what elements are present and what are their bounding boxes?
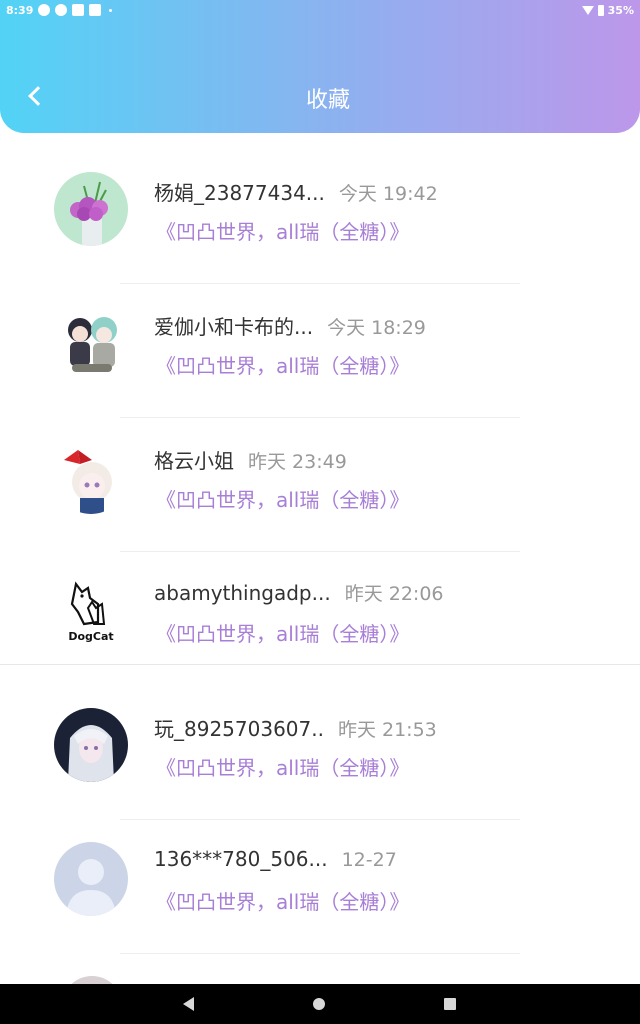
- qq-icon: [55, 4, 67, 16]
- timestamp: 今天 18:29: [327, 317, 426, 339]
- wifi-icon: [581, 6, 594, 15]
- list-item[interactable]: 136***780_506... 12-27 《凹凸世界，all瑞（全糖）》: [0, 820, 640, 954]
- notification-icon: [72, 4, 84, 16]
- status-icons-left: [38, 4, 112, 16]
- system-nav-bar: [0, 984, 640, 1024]
- user-name: 格云小姐 昨天 23:49: [154, 445, 347, 474]
- list-item[interactable]: DogCat abamythingadp... 昨天 22:06 《凹凸世界，al…: [0, 552, 640, 686]
- work-title-link[interactable]: 《凹凸世界，all瑞（全糖）》: [156, 484, 409, 513]
- hotspot-icon: [38, 4, 50, 16]
- status-bar: 8:39 35%: [0, 0, 640, 22]
- list-item[interactable]: 格云小姐 昨天 23:49 《凹凸世界，all瑞（全糖）》: [0, 418, 640, 552]
- dot-icon: [109, 8, 112, 12]
- timestamp: 12-27: [341, 849, 397, 871]
- dogcat-logo-avatar[interactable]: DogCat: [54, 574, 128, 648]
- battery-icon: [597, 5, 604, 16]
- user-name-text: 爱伽小和卡布的...: [154, 315, 314, 339]
- user-name-text: 格云小姐: [154, 449, 234, 473]
- list-item[interactable]: 杨娟_23877434... 今天 19:42 《凹凸世界，all瑞（全糖）》: [0, 150, 640, 284]
- user-name-text: 杨娟_23877434...: [154, 181, 325, 205]
- timestamp: 昨天 23:49: [248, 451, 347, 473]
- favorites-list: 杨娟_23877434... 今天 19:42 《凹凸世界，all瑞（全糖）》 爱…: [0, 150, 640, 954]
- flower-vase-avatar[interactable]: [54, 172, 128, 246]
- work-title-link[interactable]: 《凹凸世界，all瑞（全糖）》: [156, 350, 409, 379]
- user-name: 136***780_506... 12-27: [154, 847, 397, 871]
- timestamp: 昨天 21:53: [337, 719, 437, 741]
- timestamp: 昨天 22:06: [344, 583, 444, 605]
- user-name: abamythingadp... 昨天 22:06: [154, 579, 444, 606]
- user-name: 杨娟_23877434... 今天 19:42: [154, 177, 438, 206]
- default-user-avatar[interactable]: [54, 842, 128, 916]
- anime-girl-bow-avatar[interactable]: [54, 440, 128, 514]
- page-title: 收藏: [305, 88, 350, 113]
- status-icons-right: 35%: [581, 4, 634, 17]
- user-name: 爱伽小和卡布的... 今天 18:29: [154, 311, 426, 340]
- work-title-link[interactable]: 《凹凸世界，all瑞（全糖）》: [156, 886, 409, 915]
- section-divider: [0, 664, 640, 665]
- timestamp: 今天 19:42: [338, 183, 438, 205]
- work-title-link[interactable]: 《凹凸世界，all瑞（全糖）》: [156, 618, 409, 647]
- nav-back-icon[interactable]: [183, 997, 194, 1011]
- battery-level: 35%: [607, 4, 634, 17]
- list-item[interactable]: 爱伽小和卡布的... 今天 18:29 《凹凸世界，all瑞（全糖）》: [0, 284, 640, 418]
- anime-couple-avatar[interactable]: [54, 306, 128, 380]
- user-name-text: abamythingadp...: [154, 581, 331, 605]
- work-title-link[interactable]: 《凹凸世界，all瑞（全糖）》: [156, 216, 409, 245]
- user-name-text: 玩_8925703607..: [154, 717, 324, 741]
- user-name: 玩_8925703607.. 昨天 21:53: [154, 713, 437, 742]
- white-hair-anime-avatar[interactable]: [54, 708, 128, 782]
- nav-recent-icon[interactable]: [444, 998, 456, 1010]
- status-time: 8:39: [6, 4, 34, 17]
- nav-home-icon[interactable]: [313, 998, 325, 1010]
- list-item[interactable]: 玩_8925703607.. 昨天 21:53 《凹凸世界，all瑞（全糖）》: [0, 686, 640, 820]
- dogcat-logo-text: DogCat: [68, 630, 113, 643]
- work-title-link[interactable]: 《凹凸世界，all瑞（全糖）》: [156, 752, 409, 781]
- divider: [120, 953, 520, 954]
- notification-icon: [89, 4, 101, 16]
- user-name-text: 136***780_506...: [154, 847, 328, 871]
